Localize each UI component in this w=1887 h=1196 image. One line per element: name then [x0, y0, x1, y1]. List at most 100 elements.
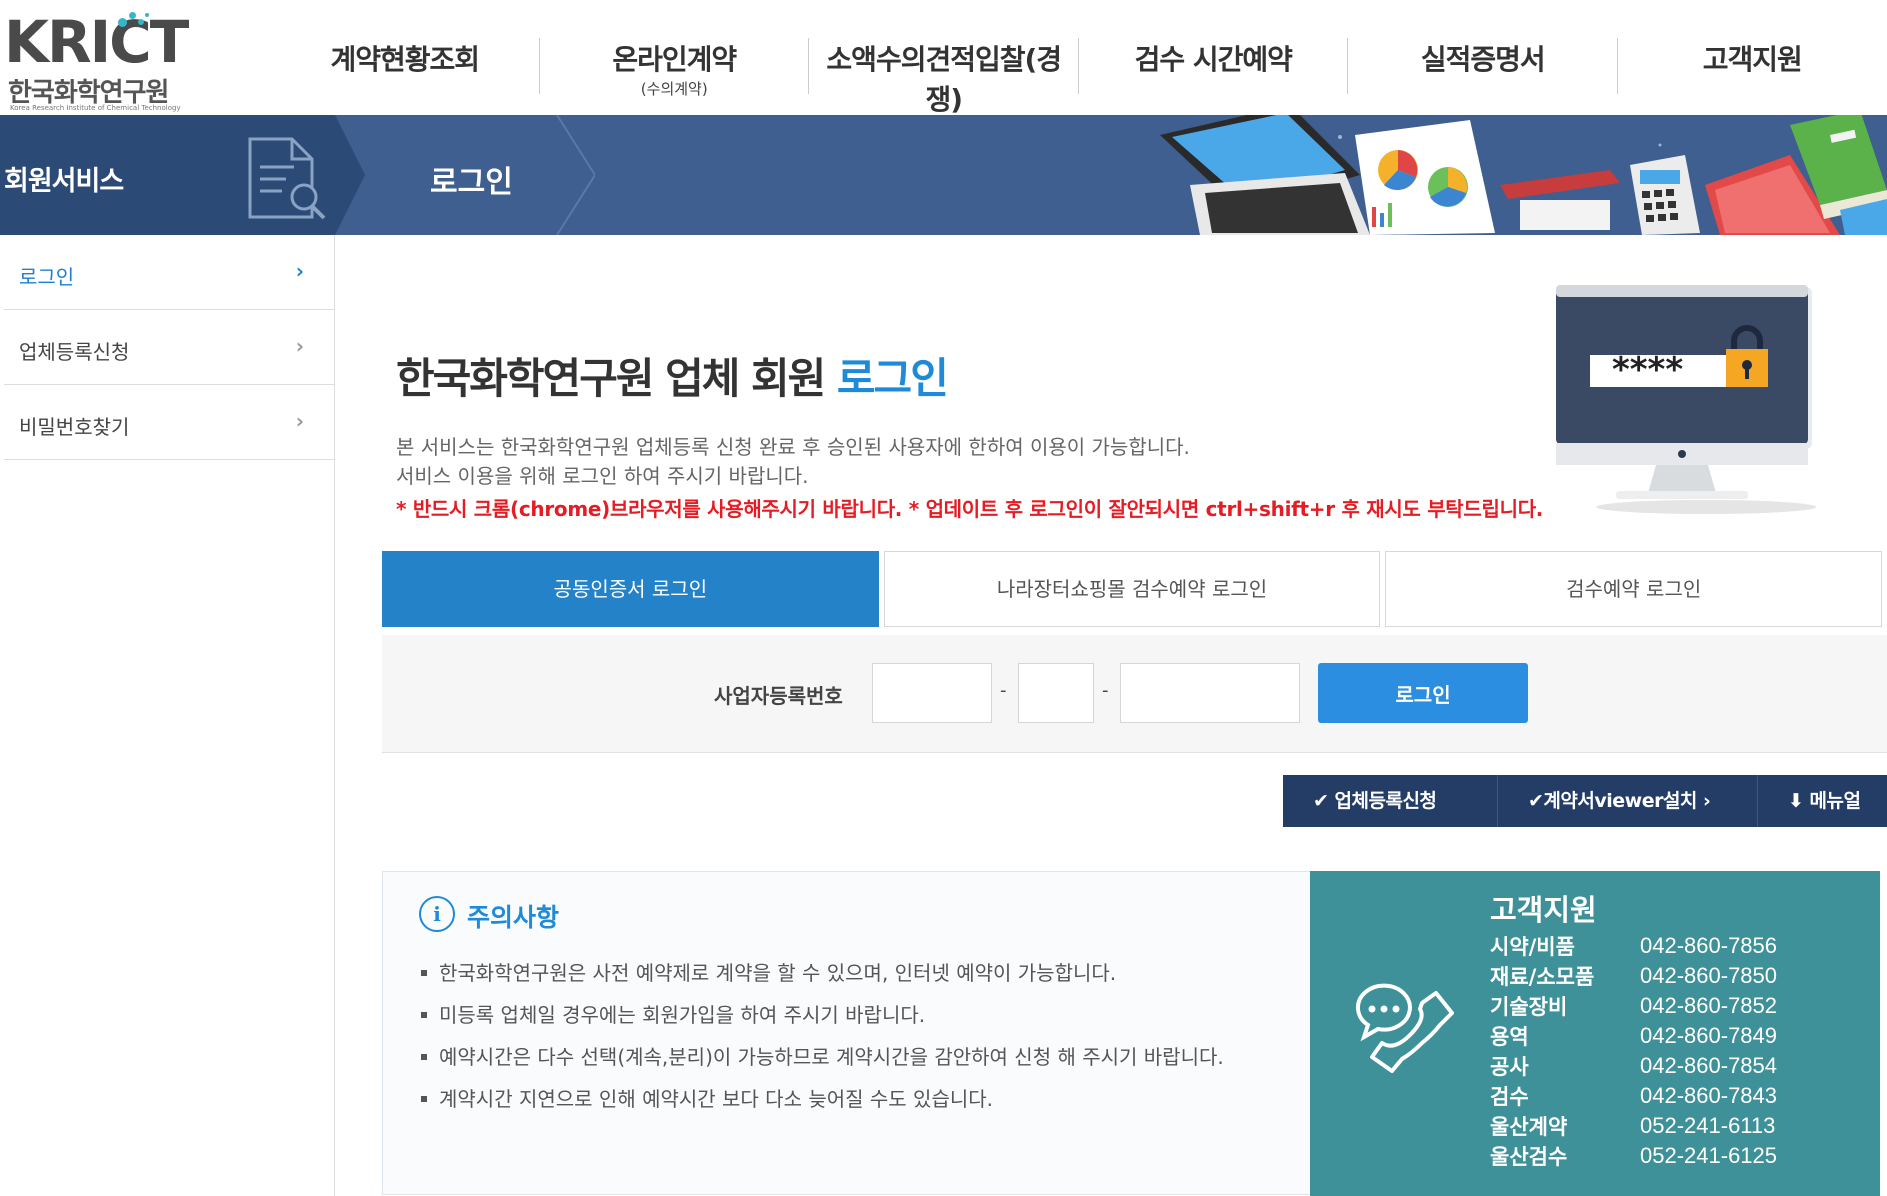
company-registration-button[interactable]: ✔ 업체등록신청 [1283, 775, 1497, 827]
table-row: 시약/비품 042-860-7856 [1490, 931, 1777, 961]
list-item: 미등록 업체일 경우에는 회원가입을 하여 주시기 바랍니다. [421, 994, 1224, 1036]
table-row: 울산검수 052-241-6125 [1490, 1141, 1777, 1171]
list-item: 계약시간 지연으로 인해 예약시간 보다 다소 늦어질 수도 있습니다. [421, 1078, 1224, 1120]
contact-dept: 공사 [1490, 1055, 1529, 1079]
nav-label: 검수 시간예약 [1134, 43, 1293, 76]
nav-sublabel: (수의계약) [640, 80, 708, 98]
contact-dept: 기술장비 [1490, 995, 1568, 1019]
site-header: KRICT 한국화학연구원 Korea Research Institute o… [0, 0, 1887, 116]
contact-dept: 울산검수 [1490, 1145, 1568, 1169]
sidebar-item-login[interactable]: 로그인 › [4, 235, 334, 310]
description-line: 서비스 이용을 위해 로그인 하여 주시기 바랍니다. [396, 464, 809, 488]
sidebar-item-find-password[interactable]: 비밀번호찾기 › [4, 385, 334, 460]
phone-chat-icon [1355, 983, 1454, 1073]
table-row: 용역 042-860-7849 [1490, 1021, 1777, 1051]
contact-dept: 시약/비품 [1490, 935, 1575, 959]
contact-phone[interactable]: 052-241-6113 [1640, 1111, 1777, 1141]
monitor-mask-text: **** [1612, 350, 1683, 390]
banner-illustration-icon [1160, 115, 1887, 235]
info-icon: i [419, 896, 455, 932]
contact-dept: 검수 [1490, 1085, 1529, 1109]
list-item: 예약시간은 다수 선택(계속,분리)이 가능하므로 계약시간을 감안하여 신청 … [421, 1036, 1224, 1078]
page-description: 본 서비스는 한국화학연구원 업체등록 신청 완료 후 승인된 사용자에 한하여… [396, 433, 1190, 491]
number-separator: - [1000, 680, 1007, 701]
bullet-icon [421, 1053, 427, 1060]
secure-monitor-icon: **** [1556, 285, 1816, 514]
contact-dept: 재료/소모품 [1490, 965, 1595, 989]
support-contacts-table: 시약/비품 042-860-7856 재료/소모품 042-860-7850 기술장… [1490, 931, 1777, 1171]
page-title-text: 한국화학연구원 업체 회원 [396, 354, 837, 403]
bullet-icon [421, 1011, 427, 1018]
manual-download-button[interactable]: ⬇ 메뉴얼 [1757, 775, 1887, 827]
nav-performance-certificate[interactable]: 실적증명서 [1348, 0, 1618, 115]
tab-naramarket-login[interactable]: 나라장터쇼핑몰 검수예약 로그인 [883, 551, 1381, 627]
nav-label: 온라인계약 [612, 43, 737, 76]
contact-phone[interactable]: 042-860-7852 [1640, 991, 1777, 1021]
bullet-icon [421, 969, 427, 976]
nav-label: 실적증명서 [1420, 43, 1546, 76]
notice-text: 미등록 업체일 경우에는 회원가입을 하여 주시기 바랍니다. [439, 1003, 926, 1027]
banner-section-title: 회원서비스 [4, 166, 124, 197]
table-row: 검수 042-860-7843 [1490, 1081, 1777, 1111]
contact-phone[interactable]: 042-860-7854 [1640, 1051, 1777, 1081]
table-row: 공사 042-860-7854 [1490, 1051, 1777, 1081]
nav-small-bid[interactable]: 소액수의견적입찰(경쟁) [809, 0, 1079, 116]
browser-warning: * 반드시 크롬(chrome)브라우저를 사용해주시기 바랍니다. * 업데이… [396, 497, 1544, 521]
page-title: 한국화학연구원 업체 회원 로그인 [396, 345, 949, 406]
notice-text: 계약시간 지연으로 인해 예약시간 보다 다소 늦어질 수도 있습니다. [439, 1087, 994, 1111]
document-search-icon [248, 137, 326, 220]
list-item: 한국화학연구원은 사전 예약제로 계약을 할 수 있으며, 인터넷 예약이 가능… [421, 952, 1224, 994]
login-button[interactable]: 로그인 [1318, 663, 1528, 723]
contact-phone[interactable]: 042-860-7849 [1640, 1021, 1777, 1051]
business-number-part1-input[interactable] [872, 663, 992, 723]
logo-dots-icon [114, 10, 154, 32]
chevron-right-icon: › [295, 409, 304, 433]
tab-inspection-login[interactable]: 검수예약 로그인 [1385, 551, 1883, 627]
business-number-part3-input[interactable] [1120, 663, 1300, 723]
description-line: 본 서비스는 한국화학연구원 업체등록 신청 완료 후 승인된 사용자에 한하여… [396, 435, 1190, 459]
support-panel: 고객지원 시약/비품 042-860-7856 재료/소모품 042-860-785… [1310, 871, 1880, 1196]
sidebar-item-label: 업체등록신청 [19, 340, 130, 364]
quick-links: ✔ 업체등록신청 ✔계약서viewer설치 › ⬇ 메뉴얼 [1283, 775, 1887, 827]
business-number-label: 사업자등록번호 [714, 684, 843, 708]
page-title-highlight: 로그인 [836, 354, 949, 403]
chevron-right-icon: › [295, 334, 304, 358]
business-number-part2-input[interactable] [1018, 663, 1094, 723]
contact-phone[interactable]: 042-860-7843 [1640, 1081, 1777, 1111]
nav-label: 소액수의견적입찰(경쟁) [826, 43, 1062, 116]
nav-online-contract[interactable]: 온라인계약 (수의계약) [540, 0, 809, 115]
notice-text: 한국화학연구원은 사전 예약제로 계약을 할 수 있으며, 인터넷 예약이 가능… [439, 961, 1117, 985]
sidebar: 로그인 › 업체등록신청 › 비밀번호찾기 › [0, 235, 335, 1196]
sidebar-item-label: 로그인 [19, 265, 75, 289]
notice-panel: i 주의사항 한국화학연구원은 사전 예약제로 계약을 할 수 있으며, 인터넷… [382, 871, 1314, 1195]
logo-english-name: Korea Research Institute of Chemical Tec… [10, 104, 181, 112]
contact-phone[interactable]: 042-860-7856 [1640, 931, 1777, 961]
notice-list: 한국화학연구원은 사전 예약제로 계약을 할 수 있으며, 인터넷 예약이 가능… [421, 952, 1224, 1120]
sidebar-item-label: 비밀번호찾기 [19, 415, 130, 439]
krict-logo[interactable]: KRICT 한국화학연구원 Korea Research Institute o… [4, 10, 189, 112]
nav-label: 고객지원 [1702, 43, 1803, 76]
nav-contract-status[interactable]: 계약현황조회 [270, 0, 540, 115]
table-row: 울산계약 052-241-6113 [1490, 1111, 1777, 1141]
login-tabs: 공동인증서 로그인 나라장터쇼핑몰 검수예약 로그인 검수예약 로그인 [382, 551, 1887, 627]
bullet-icon [421, 1095, 427, 1102]
table-row: 기술장비 042-860-7852 [1490, 991, 1777, 1021]
nav-customer-support[interactable]: 고객지원 [1618, 0, 1887, 115]
support-title: 고객지원 [1490, 893, 1597, 927]
contact-phone[interactable]: 042-860-7850 [1640, 961, 1777, 991]
table-row: 재료/소모품 042-860-7850 [1490, 961, 1777, 991]
sidebar-item-company-registration[interactable]: 업체등록신청 › [4, 310, 334, 385]
tab-certificate-login[interactable]: 공동인증서 로그인 [382, 551, 879, 627]
sub-banner: 회원서비스 로그인 [0, 115, 1887, 235]
contact-dept: 울산계약 [1490, 1115, 1568, 1139]
nav-label: 계약현황조회 [330, 43, 480, 76]
nav-inspection-reservation[interactable]: 검수 시간예약 [1079, 0, 1348, 115]
notice-text: 예약시간은 다수 선택(계속,분리)이 가능하므로 계약시간을 감안하여 신청 … [439, 1045, 1224, 1069]
banner-section-box: 회원서비스 [0, 115, 335, 235]
main-nav: 계약현황조회 온라인계약 (수의계약) 소액수의견적입찰(경쟁) 검수 시간예약… [270, 0, 1887, 116]
contract-viewer-install-button[interactable]: ✔계약서viewer설치 › [1497, 775, 1757, 827]
chevron-right-icon: › [295, 259, 304, 283]
number-separator: - [1102, 680, 1109, 701]
contact-phone[interactable]: 052-241-6125 [1640, 1141, 1777, 1171]
contact-dept: 용역 [1490, 1025, 1529, 1049]
